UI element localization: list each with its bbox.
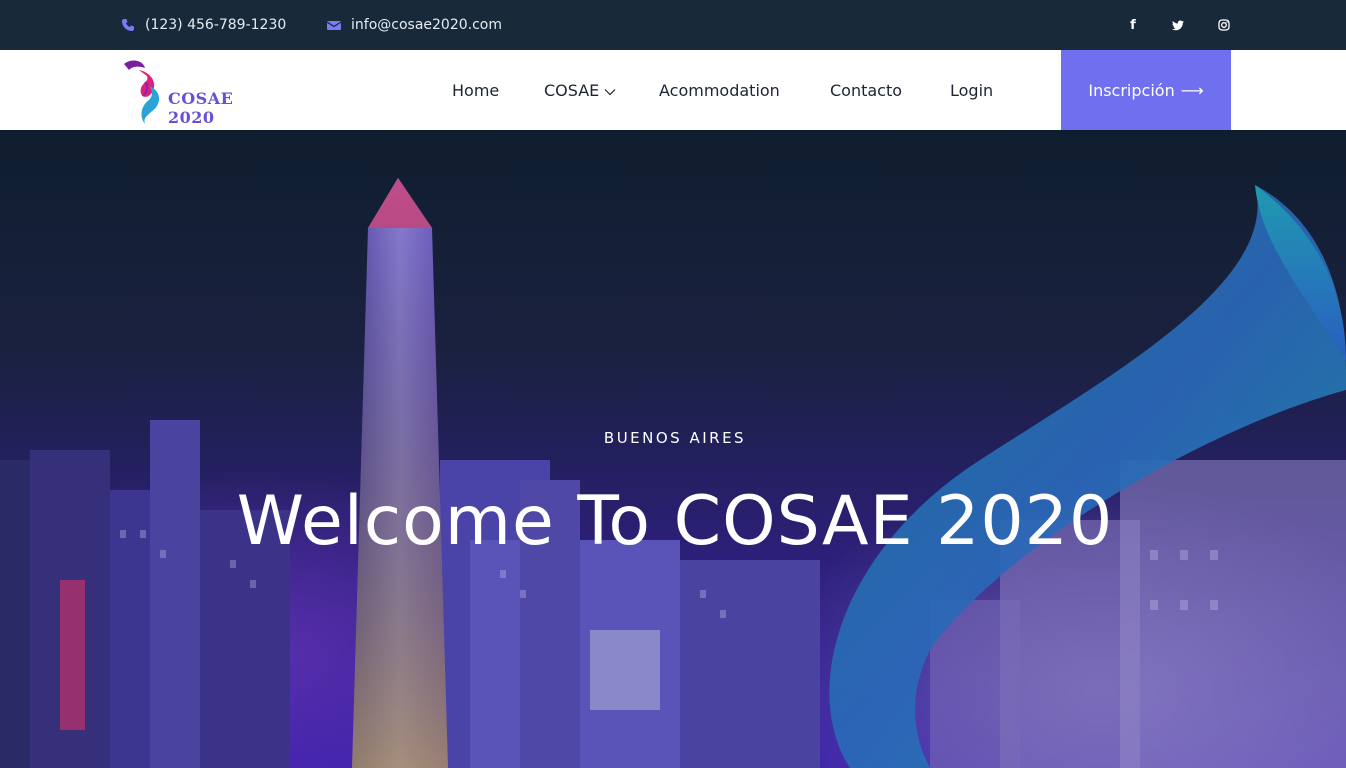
inscripcion-button[interactable]: Inscripción ⟶ — [1061, 50, 1231, 130]
phone-icon — [121, 18, 135, 32]
hero-background-image — [0, 178, 1346, 768]
nav-home[interactable]: Home — [452, 50, 499, 130]
arrow-right-icon: ⟶ — [1180, 80, 1204, 100]
email-contact[interactable]: info@cosae2020.com — [327, 0, 502, 50]
nav-cosae-label: COSAE — [544, 80, 600, 100]
site-logo[interactable]: COSAE 2020 — [121, 56, 281, 127]
nav-cosae[interactable]: COSAE — [544, 50, 616, 130]
facebook-icon[interactable]: f — [1123, 0, 1143, 50]
inscripcion-label: Inscripción — [1088, 80, 1175, 100]
phone-contact[interactable]: (123) 456-789-1230 — [121, 0, 286, 50]
envelope-icon — [327, 18, 341, 32]
hero-title: Welcome To COSAE 2020 — [236, 482, 1114, 561]
hero-subtitle: BUENOS AIRES — [603, 429, 747, 447]
nav-contacto[interactable]: Contacto — [830, 50, 902, 130]
instagram-icon[interactable] — [1214, 0, 1234, 50]
twitter-icon[interactable] — [1168, 0, 1188, 50]
email-text: info@cosae2020.com — [351, 17, 502, 33]
logo-mark-icon — [124, 60, 160, 124]
nav-login[interactable]: Login — [950, 50, 993, 130]
chevron-down-icon — [604, 81, 616, 100]
logo-text: COSAE 2020 — [168, 89, 234, 127]
main-header: COSAE 2020 Home COSAE Acommodation Conta… — [0, 50, 1346, 130]
top-bar: (123) 456-789-1230 info@cosae2020.com f — [0, 0, 1346, 50]
hero-section: BUENOS AIRES Welcome To COSAE 2020 — [0, 130, 1346, 768]
nav-accommodation[interactable]: Acommodation — [659, 50, 780, 130]
phone-text: (123) 456-789-1230 — [145, 17, 287, 33]
